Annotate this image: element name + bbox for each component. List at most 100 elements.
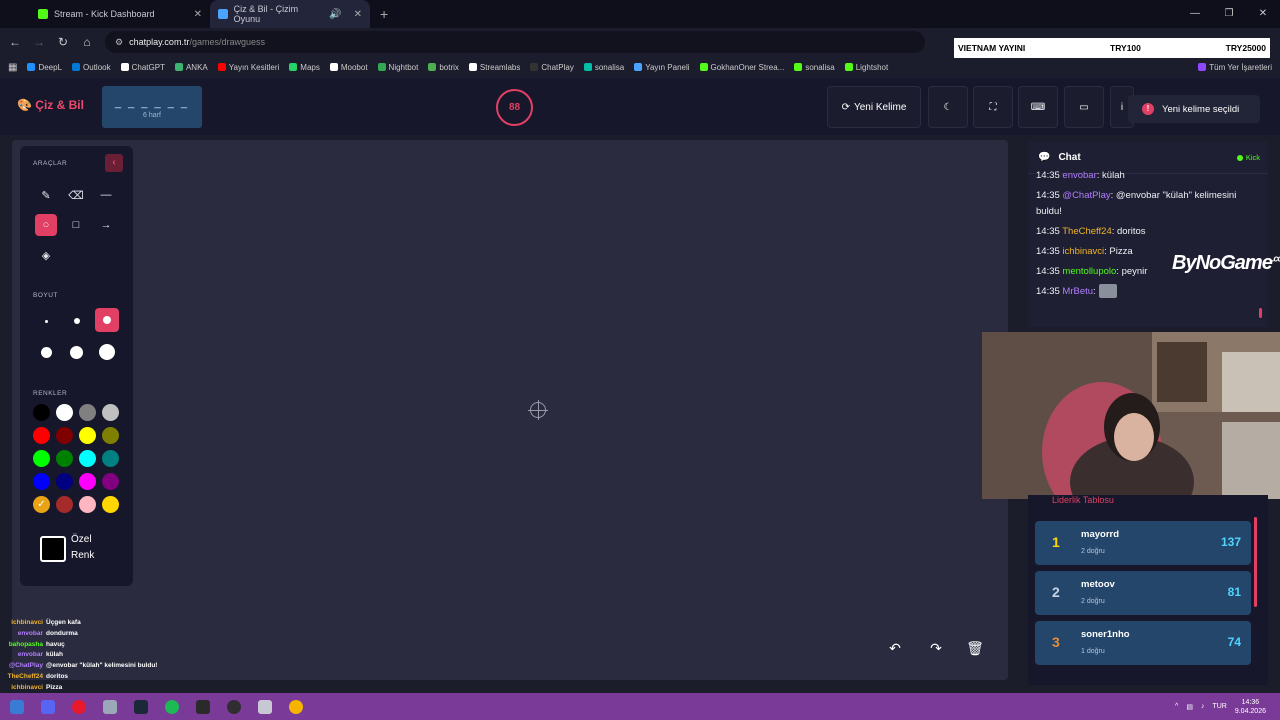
maximize-icon[interactable]: ❐ — [1212, 0, 1246, 28]
network-icon[interactable]: ▤ — [1186, 703, 1193, 711]
size-option-2[interactable] — [74, 318, 80, 324]
site-info-icon[interactable]: ⚙ — [115, 37, 123, 48]
color-swatch[interactable] — [79, 496, 96, 513]
color-swatch[interactable] — [102, 427, 119, 444]
color-swatch[interactable] — [79, 404, 96, 421]
color-swatch[interactable] — [56, 404, 73, 421]
app-logo[interactable]: 🎨 Çiz & Bil — [17, 98, 84, 112]
brush-tool-icon[interactable]: ✎ — [35, 184, 57, 206]
bookmark-item[interactable]: ChatGPT — [120, 63, 165, 72]
bookmark-item[interactable]: botrix — [428, 63, 459, 72]
close-icon[interactable]: ✕ — [354, 9, 362, 20]
message-user[interactable]: envobar — [1062, 170, 1096, 181]
bookmark-item[interactable]: ChatPlay — [530, 63, 574, 72]
color-swatch[interactable] — [102, 473, 119, 490]
bookmark-item[interactable]: Moobot — [329, 63, 368, 72]
bookmark-item[interactable]: Lightshot — [844, 63, 888, 72]
size-option-5[interactable] — [70, 346, 83, 359]
bookmark-item[interactable]: DeepL — [27, 63, 62, 72]
new-tab-button[interactable]: + — [370, 6, 398, 22]
opera-icon[interactable] — [72, 699, 86, 714]
bookmark-item[interactable]: Streamlabs — [468, 63, 520, 72]
bookmark-item[interactable]: Nightbot — [377, 63, 418, 72]
arrow-tool-icon[interactable]: → — [95, 214, 117, 236]
color-swatch[interactable] — [33, 404, 50, 421]
tab-kick-dashboard[interactable]: Stream - Kick Dashboard ✕ — [30, 0, 210, 28]
close-icon[interactable]: ✕ — [194, 9, 202, 20]
drawing-canvas[interactable] — [12, 140, 1008, 680]
eraser-tool-icon[interactable]: ⌫ — [65, 184, 87, 206]
volume-icon[interactable]: ♪ — [1201, 703, 1205, 710]
bookmark-item[interactable]: sonalisa — [583, 63, 624, 72]
leaderboard-scrollbar[interactable] — [1254, 517, 1257, 607]
bookmark-item[interactable]: Maps — [289, 63, 320, 72]
obs-icon[interactable] — [227, 699, 241, 714]
epic-icon[interactable] — [196, 699, 210, 714]
bookmark-item[interactable]: ANKA — [174, 63, 208, 72]
home-icon[interactable]: ⌂ — [75, 35, 99, 49]
size-option-6[interactable] — [99, 344, 115, 360]
steam-icon[interactable] — [134, 699, 148, 714]
message-user[interactable]: mentollupolo — [1062, 266, 1116, 277]
tab-cizbil[interactable]: Çiz & Bil - Çizim Oyunu 🔊 ✕ — [210, 0, 370, 28]
bookmark-item[interactable]: Yayın Kesitleri — [217, 63, 279, 72]
message-user[interactable]: MrBetu — [1062, 286, 1093, 297]
minimize-icon[interactable]: — — [1178, 0, 1212, 28]
fill-bucket-tool-icon[interactable]: ◈ — [35, 244, 57, 266]
color-swatch[interactable] — [79, 427, 96, 444]
line-tool-icon[interactable]: — — [95, 184, 117, 206]
color-swatch[interactable] — [33, 450, 50, 467]
chat-scrollbar[interactable] — [1259, 308, 1262, 318]
color-swatch[interactable] — [102, 404, 119, 421]
size-option-3-selected[interactable] — [95, 308, 119, 332]
trash-icon[interactable]: 🗑 — [963, 636, 987, 660]
size-option-1[interactable] — [45, 320, 48, 323]
close-window-icon[interactable]: ✕ — [1246, 0, 1280, 28]
back-icon[interactable]: ← — [3, 35, 27, 49]
bookmark-item[interactable]: Tüm Yer İşaretleri — [1198, 63, 1272, 72]
color-swatch[interactable] — [56, 496, 73, 513]
color-swatch[interactable] — [56, 473, 73, 490]
app-icon[interactable] — [258, 699, 272, 714]
custom-color-picker[interactable] — [40, 536, 66, 562]
bookmark-item[interactable]: Yayın Paneli — [634, 63, 690, 72]
collapse-panel-button[interactable]: ‹ — [105, 154, 123, 172]
discord-icon[interactable] — [41, 699, 55, 714]
clock[interactable]: 14:36 9.04.2026 — [1235, 698, 1266, 716]
new-word-button[interactable]: ⟳ Yeni Kelime — [827, 86, 921, 128]
spotify-icon[interactable] — [165, 699, 179, 714]
circle-tool-icon[interactable]: ○ — [35, 214, 57, 236]
bookmark-item[interactable]: GokhanOner Strea... — [699, 63, 784, 72]
speaker-icon[interactable]: 🔊 — [329, 9, 341, 20]
explorer-icon[interactable] — [103, 699, 117, 714]
color-swatch[interactable]: ✓ — [33, 496, 50, 513]
rectangle-tool-icon[interactable]: □ — [65, 214, 87, 236]
color-swatch[interactable] — [33, 427, 50, 444]
url-field[interactable]: ⚙ chatplay.com.tr/games/drawguess — [105, 31, 925, 53]
color-swatch[interactable] — [79, 473, 96, 490]
size-option-4[interactable] — [41, 347, 52, 358]
color-swatch[interactable] — [79, 450, 96, 467]
forward-icon[interactable]: → — [27, 35, 51, 49]
color-swatch[interactable] — [33, 473, 50, 490]
language-indicator[interactable]: TUR — [1212, 703, 1226, 710]
fullscreen-button[interactable]: ⛶ — [973, 86, 1013, 128]
bookmark-item[interactable]: Outlook — [72, 63, 111, 72]
color-swatch[interactable] — [56, 427, 73, 444]
archive-button[interactable]: ▭ — [1064, 86, 1104, 128]
message-user[interactable]: @ChatPlay — [1062, 190, 1110, 201]
undo-icon[interactable]: ↶ — [883, 636, 907, 660]
color-swatch[interactable] — [56, 450, 73, 467]
reload-icon[interactable]: ↻ — [51, 35, 75, 49]
chevron-up-icon[interactable]: ^ — [1175, 703, 1178, 710]
start-icon[interactable] — [10, 699, 24, 714]
message-user[interactable]: ichbinavci — [1062, 246, 1104, 257]
color-swatch[interactable] — [102, 450, 119, 467]
message-user[interactable]: TheCheff24 — [1062, 226, 1111, 237]
color-swatch[interactable] — [102, 496, 119, 513]
redo-icon[interactable]: ↷ — [924, 636, 948, 660]
apps-icon[interactable]: ▦ — [8, 62, 17, 73]
bookmark-item[interactable]: sonalisa — [794, 63, 835, 72]
keyboard-button[interactable]: ⌨ — [1018, 86, 1058, 128]
dark-mode-button[interactable]: ☾ — [928, 86, 968, 128]
